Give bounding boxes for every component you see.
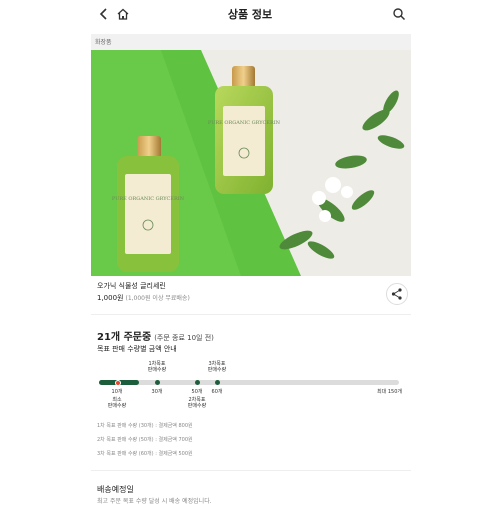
search-button[interactable]: [391, 6, 407, 22]
product-image: PURE ORGANIC GRYCERIN PURE ORGANIC GRYCE…: [91, 50, 411, 276]
page-title: 상품 정보: [227, 8, 273, 21]
price-rule: 2차 목표 판매 수량 (50개) : 결제금액 700원: [97, 437, 193, 443]
svg-text:PURE ORGANIC GRYCERIN: PURE ORGANIC GRYCERIN: [208, 120, 281, 126]
top-bar: 상품 정보: [88, 0, 412, 28]
svg-text:PURE ORGANIC GRYCERIN: PURE ORGANIC GRYCERIN: [112, 196, 185, 202]
delivery-text: 최고 주문 목표 수량 달성 시 배송 예정입니다.: [97, 498, 212, 505]
divider: [91, 314, 411, 315]
price-note: (1,000원 이상 무료배송): [125, 295, 190, 302]
stage-label: 3차목표 판매수량: [207, 361, 227, 373]
search-icon: [393, 8, 406, 21]
order-count: 21개 주문중 (주문 종료 10일 전): [97, 328, 214, 343]
category-bar: 화장품: [91, 34, 411, 50]
stage-marker: [114, 380, 121, 386]
share-icon: [391, 288, 402, 300]
price-rule: 1차 목표 판매 수량 (30개) : 결제금액 800원: [97, 423, 193, 429]
stage-label: 1차목표 판매수량: [147, 361, 167, 373]
price-rule: 3차 목표 판매 수량 (60개) : 결제금액 500원: [97, 451, 193, 457]
delivery-title: 배송예정일: [97, 485, 134, 494]
price-guide-title: 목표 판매 수량별 금액 안내: [97, 345, 177, 353]
progress-track: [99, 380, 399, 385]
stage-label: 최소 판매수량: [107, 397, 127, 409]
category-label: 화장품: [95, 39, 112, 46]
stage-quantity-label: 10개: [111, 389, 123, 395]
max-quantity-label: 최대 150개: [377, 389, 402, 395]
product-price: 1,000원 (1,000원 이상 무료배송): [97, 293, 190, 303]
stage-label: 2차목표 판매수량: [187, 397, 207, 409]
order-deadline: (주문 종료 10일 전): [154, 334, 214, 342]
order-count-value: 21개 주문중: [97, 332, 152, 343]
price-value: 1,000원: [97, 294, 124, 302]
share-button[interactable]: [386, 283, 408, 305]
stage-quantity-label: 30개: [151, 389, 163, 395]
stage-marker: [214, 380, 220, 385]
stage-marker: [194, 380, 200, 385]
product-name: 오가닉 식물성 글리세린: [97, 282, 166, 290]
stage-quantity-label: 60개: [211, 389, 223, 395]
divider: [91, 470, 411, 471]
stage-marker: [154, 380, 160, 385]
